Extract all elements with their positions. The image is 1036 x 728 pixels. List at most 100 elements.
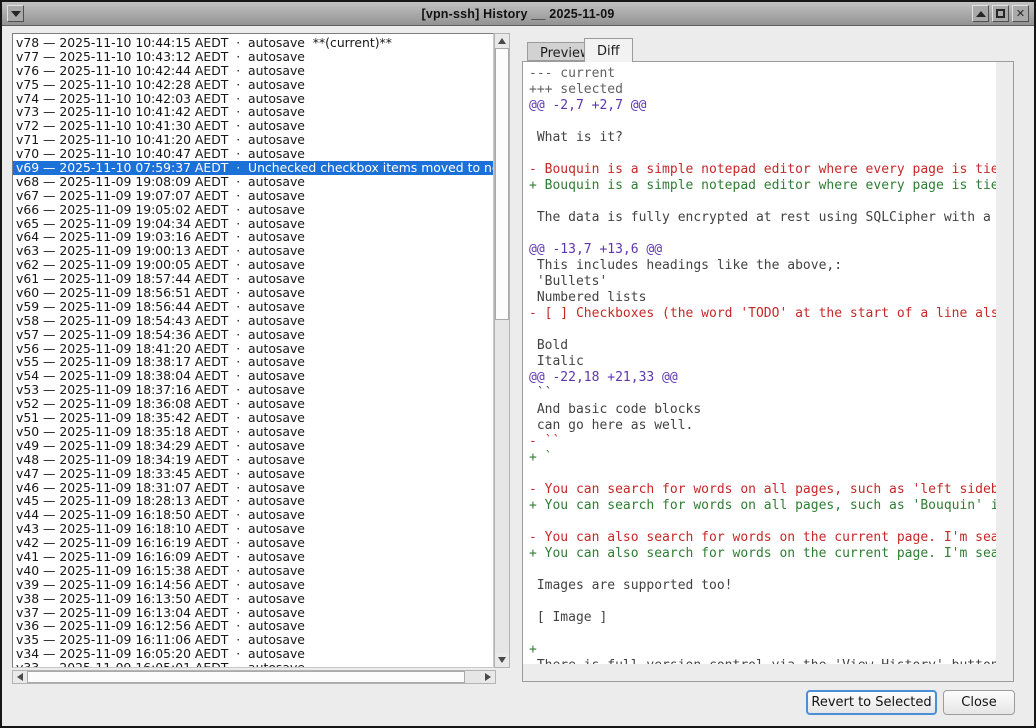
diff-line: @@ -2,7 +2,7 @@: [529, 98, 996, 114]
scroll-up-button[interactable]: [495, 34, 509, 48]
list-item[interactable]: v43 — 2025-11-09 16:18:10 AEDT · autosav…: [13, 522, 493, 536]
list-item[interactable]: v67 — 2025-11-09 19:07:07 AEDT · autosav…: [13, 189, 493, 203]
list-item[interactable]: v53 — 2025-11-09 18:37:16 AEDT · autosav…: [13, 383, 493, 397]
titlebar[interactable]: [vpn-ssh] History __ 2025-11-09 ✕: [2, 2, 1034, 26]
scrollbar-thumb[interactable]: [27, 671, 465, 683]
diff-line: 'Bullets': [529, 274, 996, 290]
diff-line: + You can also search for words on the c…: [529, 546, 996, 562]
diff-line: ``: [529, 386, 996, 402]
scrollbar-thumb[interactable]: [495, 48, 509, 320]
diff-line: There is full version control via the 'V…: [529, 658, 996, 664]
history-window: [vpn-ssh] History __ 2025-11-09 ✕ v78 — …: [0, 0, 1036, 728]
diff-line: --- current: [529, 66, 996, 82]
close-button[interactable]: Close: [943, 690, 1015, 715]
diff-line: [529, 194, 996, 210]
list-item[interactable]: v54 — 2025-11-09 18:38:04 AEDT · autosav…: [13, 369, 493, 383]
list-item[interactable]: v76 — 2025-11-10 10:42:44 AEDT · autosav…: [13, 64, 493, 78]
diff-line: - [ ] Checkboxes (the word 'TODO' at the…: [529, 306, 996, 322]
list-item[interactable]: v35 — 2025-11-09 16:11:06 AEDT · autosav…: [13, 633, 493, 647]
list-item[interactable]: v73 — 2025-11-10 10:41:42 AEDT · autosav…: [13, 105, 493, 119]
list-item[interactable]: v36 — 2025-11-09 16:12:56 AEDT · autosav…: [13, 619, 493, 633]
list-item[interactable]: v34 — 2025-11-09 16:05:20 AEDT · autosav…: [13, 647, 493, 661]
diff-line: +++ selected: [529, 82, 996, 98]
list-item[interactable]: v69 — 2025-11-10 07:59:37 AEDT · Uncheck…: [13, 161, 493, 175]
list-item[interactable]: v50 — 2025-11-09 18:35:18 AEDT · autosav…: [13, 425, 493, 439]
list-item[interactable]: v58 — 2025-11-09 18:54:43 AEDT · autosav…: [13, 314, 493, 328]
diff-line: Bold: [529, 338, 996, 354]
version-list-vertical-scrollbar[interactable]: [494, 33, 510, 668]
diff-line: - You can also search for words on the c…: [529, 530, 996, 546]
list-item[interactable]: v39 — 2025-11-09 16:14:56 AEDT · autosav…: [13, 578, 493, 592]
list-item[interactable]: v37 — 2025-11-09 16:13:04 AEDT · autosav…: [13, 606, 493, 620]
diff-line: +: [529, 642, 996, 658]
diff-line: [529, 146, 996, 162]
list-item[interactable]: v47 — 2025-11-09 18:33:45 AEDT · autosav…: [13, 467, 493, 481]
list-item[interactable]: v48 — 2025-11-09 18:34:19 AEDT · autosav…: [13, 453, 493, 467]
diff-line: Images are supported too!: [529, 578, 996, 594]
list-item[interactable]: v75 — 2025-11-10 10:42:28 AEDT · autosav…: [13, 78, 493, 92]
list-item[interactable]: v72 — 2025-11-10 10:41:30 AEDT · autosav…: [13, 119, 493, 133]
arrow-up-icon: [498, 38, 506, 44]
list-item[interactable]: v41 — 2025-11-09 16:16:09 AEDT · autosav…: [13, 550, 493, 564]
list-item[interactable]: v61 — 2025-11-09 18:57:44 AEDT · autosav…: [13, 272, 493, 286]
window-title: [vpn-ssh] History __ 2025-11-09: [2, 7, 1034, 21]
revert-to-selected-button[interactable]: Revert to Selected: [806, 690, 937, 715]
diff-line: And basic code blocks: [529, 402, 996, 418]
list-item[interactable]: v64 — 2025-11-09 19:03:16 AEDT · autosav…: [13, 230, 493, 244]
list-item[interactable]: v40 — 2025-11-09 16:15:38 AEDT · autosav…: [13, 564, 493, 578]
shade-window-button[interactable]: [972, 5, 989, 22]
list-item[interactable]: v62 — 2025-11-09 19:00:05 AEDT · autosav…: [13, 258, 493, 272]
list-item[interactable]: v46 — 2025-11-09 18:31:07 AEDT · autosav…: [13, 481, 493, 495]
list-item[interactable]: v71 — 2025-11-10 10:41:20 AEDT · autosav…: [13, 133, 493, 147]
close-window-button[interactable]: ✕: [1012, 5, 1029, 22]
list-item[interactable]: v52 — 2025-11-09 18:36:08 AEDT · autosav…: [13, 397, 493, 411]
diff-line: @@ -13,7 +13,6 @@: [529, 242, 996, 258]
list-item[interactable]: v42 — 2025-11-09 16:16:19 AEDT · autosav…: [13, 536, 493, 550]
list-item[interactable]: v77 — 2025-11-10 10:43:12 AEDT · autosav…: [13, 50, 493, 64]
list-item[interactable]: v68 — 2025-11-09 19:08:09 AEDT · autosav…: [13, 175, 493, 189]
diff-line: Numbered lists: [529, 290, 996, 306]
diff-line: [529, 466, 996, 482]
diff-line: [529, 626, 996, 642]
maximize-icon: [996, 9, 1005, 18]
diff-line: + Bouquin is a simple notepad editor whe…: [529, 178, 996, 194]
tab-diff[interactable]: Diff: [584, 38, 633, 62]
list-item[interactable]: v49 — 2025-11-09 18:34:29 AEDT · autosav…: [13, 439, 493, 453]
list-item[interactable]: v56 — 2025-11-09 18:41:20 AEDT · autosav…: [13, 342, 493, 356]
arrow-down-icon: [498, 657, 506, 663]
list-item[interactable]: v44 — 2025-11-09 16:18:50 AEDT · autosav…: [13, 508, 493, 522]
list-item[interactable]: v57 — 2025-11-09 18:54:36 AEDT · autosav…: [13, 328, 493, 342]
list-item[interactable]: v74 — 2025-11-10 10:42:03 AEDT · autosav…: [13, 92, 493, 106]
list-item[interactable]: v65 — 2025-11-09 19:04:34 AEDT · autosav…: [13, 217, 493, 231]
scroll-left-button[interactable]: [13, 671, 27, 683]
diff-line: - Bouquin is a simple notepad editor whe…: [529, 162, 996, 178]
list-item[interactable]: v55 — 2025-11-09 18:38:17 AEDT · autosav…: [13, 355, 493, 369]
diff-line: Italic: [529, 354, 996, 370]
diff-line: [529, 322, 996, 338]
diff-line: [529, 514, 996, 530]
diff-line: [529, 114, 996, 130]
scroll-down-button[interactable]: [495, 653, 509, 667]
list-item[interactable]: v78 — 2025-11-10 10:44:15 AEDT · autosav…: [13, 36, 493, 50]
arrow-right-icon: [485, 673, 491, 681]
list-item[interactable]: v33 — 2025-11-09 16:05:01 AEDT · autosav…: [13, 661, 493, 668]
maximize-button[interactable]: [992, 5, 1009, 22]
arrow-left-icon: [17, 673, 23, 681]
diff-line: can go here as well.: [529, 418, 996, 434]
list-item[interactable]: v51 — 2025-11-09 18:35:42 AEDT · autosav…: [13, 411, 493, 425]
list-item[interactable]: v66 — 2025-11-09 19:05:02 AEDT · autosav…: [13, 203, 493, 217]
version-list[interactable]: v78 — 2025-11-10 10:44:15 AEDT · autosav…: [12, 33, 494, 668]
list-item[interactable]: v70 — 2025-11-10 10:40:47 AEDT · autosav…: [13, 147, 493, 161]
list-item[interactable]: v45 — 2025-11-09 18:28:13 AEDT · autosav…: [13, 494, 493, 508]
list-item[interactable]: v63 — 2025-11-09 19:00:13 AEDT · autosav…: [13, 244, 493, 258]
diff-line: The data is fully encrypted at rest usin…: [529, 210, 996, 226]
list-item[interactable]: v38 — 2025-11-09 16:13:50 AEDT · autosav…: [13, 592, 493, 606]
list-item[interactable]: v59 — 2025-11-09 18:56:44 AEDT · autosav…: [13, 300, 493, 314]
version-list-horizontal-scrollbar[interactable]: [12, 670, 496, 684]
diff-line: This includes headings like the above,:: [529, 258, 996, 274]
diff-line: [529, 562, 996, 578]
list-item[interactable]: v60 — 2025-11-09 18:56:51 AEDT · autosav…: [13, 286, 493, 300]
diff-text: --- current+++ selected@@ -2,7 +2,7 @@ W…: [523, 62, 996, 664]
diff-line: @@ -22,18 +21,33 @@: [529, 370, 996, 386]
scroll-right-button[interactable]: [481, 671, 495, 683]
